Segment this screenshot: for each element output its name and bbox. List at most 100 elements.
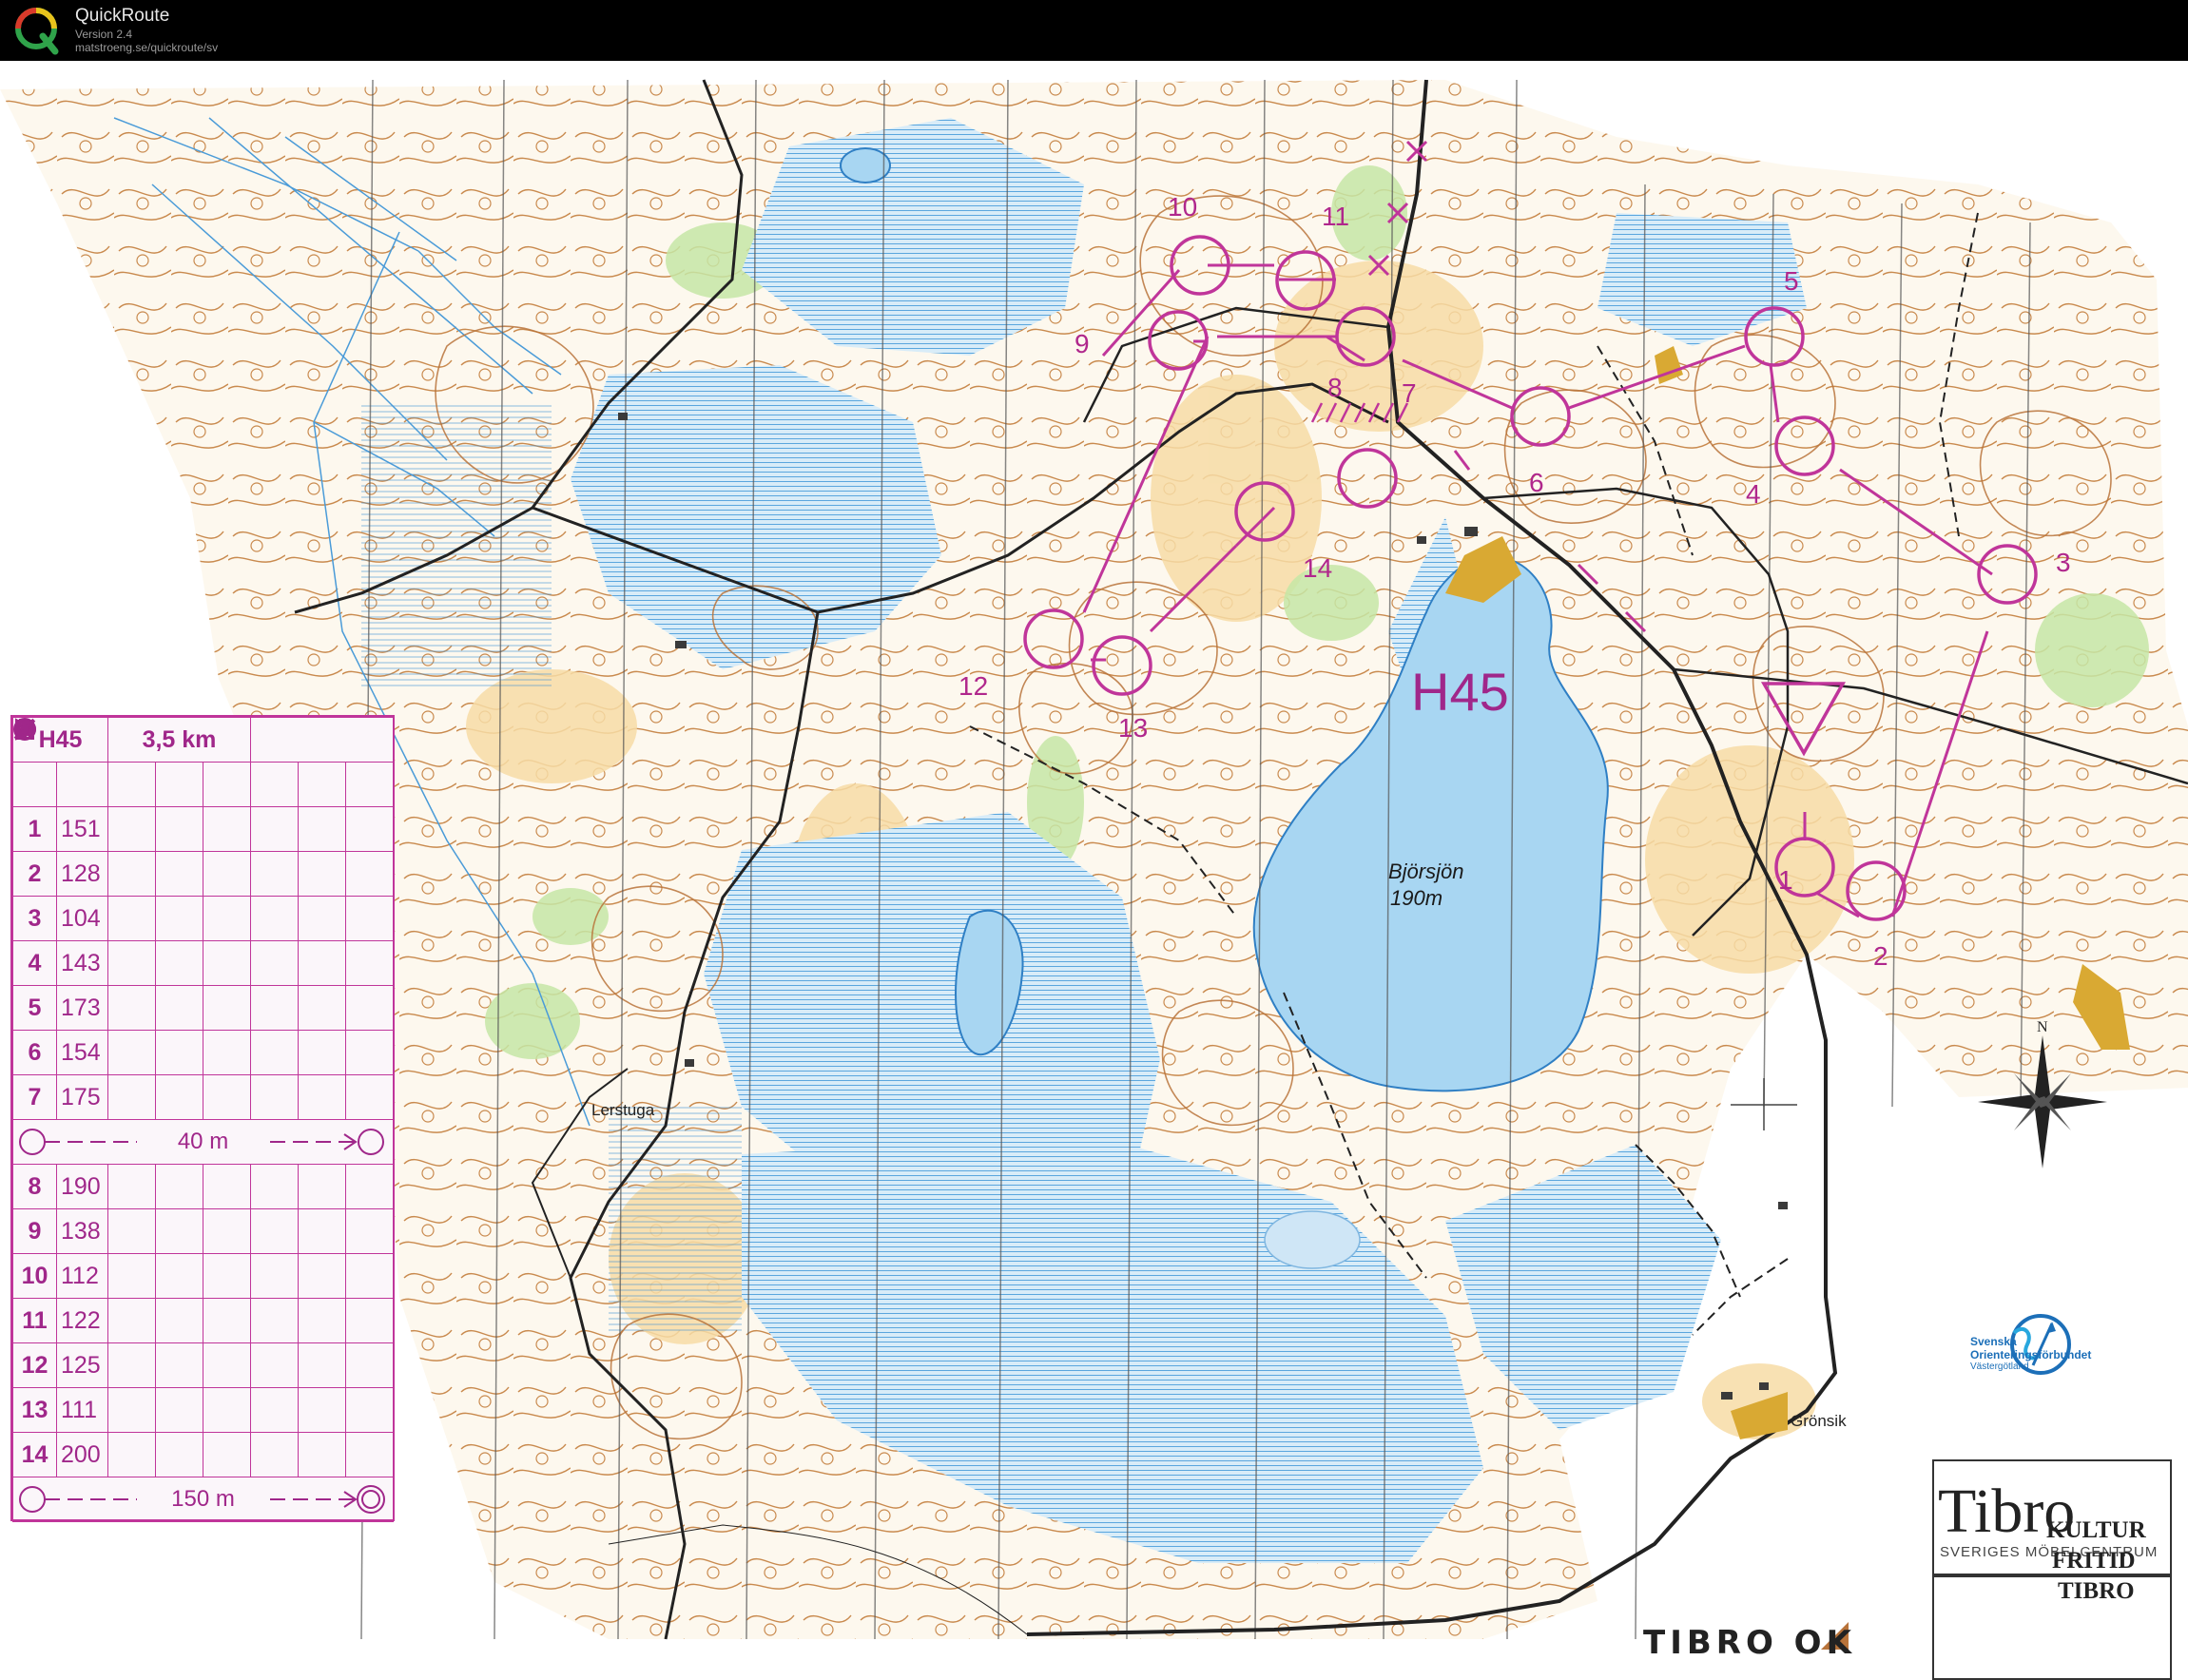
control-code: 138 bbox=[56, 1208, 108, 1254]
control-number-12: 12 bbox=[958, 671, 989, 701]
control-number-1: 1 bbox=[1778, 865, 1793, 895]
control-description-sheet: H45 3,5 km 1 151 2 128 3 104 4 143 5 173 6 154 7 175 bbox=[10, 715, 395, 1522]
control-number-13: 13 bbox=[1118, 713, 1149, 743]
control-row-10: 10 112 bbox=[12, 724, 395, 1299]
boulder-corner-symbol bbox=[15, 720, 395, 897]
path-symbol bbox=[15, 720, 251, 807]
marsh-hatching-sw bbox=[609, 1107, 742, 1335]
control-number: 11 bbox=[12, 1298, 57, 1343]
control-number-4: 4 bbox=[1746, 479, 1761, 509]
app-titlebar: QuickRoute Version 2.4 matstroeng.se/qui… bbox=[0, 0, 2188, 61]
knoll-cluster-symbol bbox=[15, 720, 203, 852]
kultur-line-1: KULTUR bbox=[2046, 1517, 2146, 1543]
control-code: 143 bbox=[56, 940, 108, 986]
control-row-2: 2 128 bbox=[12, 719, 395, 897]
taped-distance-2: 150 m bbox=[171, 1486, 235, 1512]
control-number: 12 bbox=[12, 1342, 57, 1388]
depression-oval-symbol bbox=[16, 719, 203, 897]
sof-line-3: Västergötland bbox=[1970, 1361, 2029, 1372]
fork-symbol bbox=[16, 722, 299, 1477]
small-depression-symbol bbox=[18, 724, 203, 1031]
control-code: 154 bbox=[56, 1030, 108, 1075]
control-number-7: 7 bbox=[1402, 378, 1417, 408]
control-number: 1 bbox=[12, 806, 57, 852]
orienteering-map[interactable]: N H45 Björsjön 190m Lerstuga Grönsik 1 2… bbox=[0, 61, 2188, 1680]
pond bbox=[840, 147, 891, 183]
dot-ring-symbol bbox=[15, 719, 203, 1209]
control-number: 13 bbox=[12, 1387, 57, 1433]
app-url: matstroeng.se/quickroute/sv bbox=[75, 41, 219, 54]
quickroute-logo-icon bbox=[15, 8, 59, 55]
taped-distance-1: 40 m bbox=[177, 1129, 229, 1154]
control-code: 190 bbox=[56, 1164, 108, 1209]
foot-symbol bbox=[16, 718, 395, 941]
control-number: 5 bbox=[12, 985, 57, 1031]
place-lerstuga: Lerstuga bbox=[591, 1101, 655, 1119]
control-code: 112 bbox=[56, 1253, 108, 1299]
top-symbol bbox=[15, 722, 395, 1343]
control-code: 111 bbox=[56, 1387, 108, 1433]
control-code: 125 bbox=[56, 1342, 108, 1388]
lake-height: 190m bbox=[1390, 886, 1443, 910]
course-length: 3,5 km bbox=[107, 717, 251, 763]
taped-route-row-2: 150 m bbox=[11, 1477, 395, 1522]
sof-line-2: Orienteringsförbundet bbox=[1970, 1348, 2092, 1361]
app-version: Version 2.4 bbox=[75, 28, 133, 41]
small-depression-symbol bbox=[18, 724, 203, 1299]
control-row-14: 14 200 bbox=[12, 720, 395, 1477]
control-row-4: 4 143 bbox=[12, 718, 395, 986]
control-number-5: 5 bbox=[1784, 266, 1799, 296]
header-row: H45 3,5 km bbox=[12, 717, 395, 763]
dot-ring-symbol bbox=[15, 719, 203, 1075]
start-triangle-symbol bbox=[12, 718, 57, 807]
app-title: QuickRoute bbox=[75, 6, 170, 26]
control-number-9: 9 bbox=[1075, 329, 1090, 358]
cliff-symbol bbox=[18, 719, 203, 941]
fork-symbol bbox=[16, 720, 299, 807]
ditch-symbol bbox=[13, 718, 203, 1343]
path-junction-symbol bbox=[15, 720, 203, 1477]
control-number-2: 2 bbox=[1873, 941, 1888, 971]
kultur-line-2: FRITID bbox=[2052, 1548, 2136, 1574]
course-title: H45 bbox=[1411, 662, 1509, 722]
fork-symbol bbox=[16, 722, 395, 852]
control-row-13: 13 111 bbox=[12, 719, 395, 1433]
control-number: 3 bbox=[12, 896, 57, 941]
path-junction-symbol bbox=[15, 720, 251, 1477]
control-number-11: 11 bbox=[1322, 202, 1350, 231]
control-number-10: 10 bbox=[1168, 192, 1198, 222]
control-row-1: 1 151 bbox=[12, 720, 395, 852]
control-row-8: 8 190 bbox=[12, 719, 395, 1209]
control-row-7: 7 175 bbox=[12, 719, 395, 1120]
lake-name: Björsjön bbox=[1388, 859, 1464, 883]
control-number: 10 bbox=[12, 1253, 57, 1299]
control-number: 8 bbox=[12, 1164, 57, 1209]
control-number: 7 bbox=[12, 1074, 57, 1120]
control-number: 14 bbox=[12, 1432, 57, 1477]
tibro-ok-logo-text: TIBRO OK bbox=[1643, 1624, 1856, 1662]
taped-route-row-1: 40 m bbox=[11, 1119, 395, 1165]
control-number-3: 3 bbox=[2056, 548, 2071, 577]
control-number: 9 bbox=[12, 1208, 57, 1254]
marsh-hatching-nw bbox=[361, 403, 552, 688]
control-code: 122 bbox=[56, 1298, 108, 1343]
start-row bbox=[12, 718, 395, 807]
control-number-14: 14 bbox=[1303, 553, 1333, 583]
control-number: 2 bbox=[12, 851, 57, 897]
control-row-9: 9 138 bbox=[12, 720, 395, 1254]
control-row-12: 12 125 bbox=[12, 724, 395, 1388]
control-row-5: 5 173 bbox=[12, 724, 395, 1031]
control-code: 175 bbox=[56, 1074, 108, 1120]
small-depression-symbol bbox=[18, 724, 203, 1388]
place-gronsik: Grönsik bbox=[1791, 1412, 1847, 1430]
kultur-sponsor-box bbox=[1932, 1575, 2172, 1680]
control-code: 151 bbox=[56, 806, 108, 852]
control-code: 104 bbox=[56, 896, 108, 941]
control-code: 173 bbox=[56, 985, 108, 1031]
control-number-6: 6 bbox=[1529, 468, 1544, 497]
svg-text:N: N bbox=[2037, 1019, 2048, 1035]
pond bbox=[1264, 1210, 1361, 1269]
kultur-line-3: TIBRO bbox=[2058, 1578, 2135, 1604]
side-dot-symbol bbox=[13, 720, 395, 1254]
description-table: H45 3,5 km 1 151 2 128 3 104 4 143 5 173 6 154 7 175 bbox=[11, 717, 395, 1522]
